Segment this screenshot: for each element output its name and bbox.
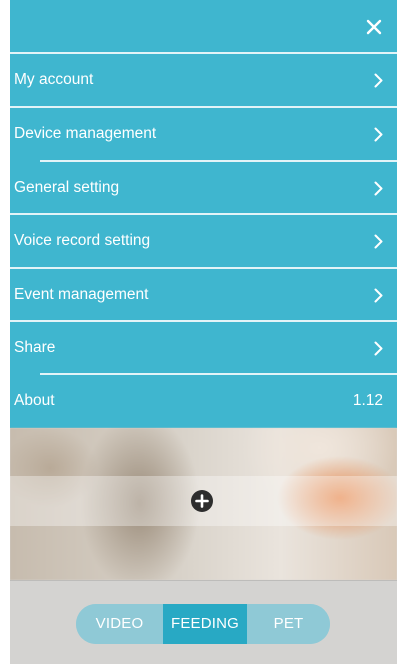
app-version: 1.12 [352,392,383,409]
menu-item-label: Voice record setting [14,232,151,249]
side-menu: My account Device management General set… [10,0,397,428]
chevron-right-icon [374,341,383,356]
chevron-right-icon [374,127,383,142]
menu-item-device-management[interactable]: Device management [10,108,397,161]
close-icon[interactable] [365,18,383,36]
tab-feeding[interactable]: FEEDING [163,604,247,644]
tab-video[interactable]: VIDEO [76,604,163,644]
menu-item-label: Event management [14,286,149,303]
bottom-bar-divider [10,580,397,581]
tab-pet[interactable]: PET [247,604,330,644]
chevron-right-icon [374,181,383,196]
chevron-right-icon [374,73,383,88]
add-circle-icon[interactable] [190,489,214,513]
menu-item-label: Share [14,339,56,356]
menu-item-my-account[interactable]: My account [10,54,397,107]
menu-item-label: My account [14,71,94,88]
chevron-right-icon [374,288,383,303]
chevron-right-icon [374,234,383,249]
menu-item-general-setting[interactable]: General setting [10,162,397,215]
mode-tabs: VIDEO FEEDING PET [76,604,330,644]
menu-item-share[interactable]: Share [10,322,397,375]
menu-item-about[interactable]: About 1.12 [10,375,397,428]
menu-header [10,0,397,54]
menu-item-label: Device management [14,125,157,142]
menu-item-voice-record-setting[interactable]: Voice record setting [10,215,397,268]
menu-item-label: General setting [14,179,120,196]
app-screen: My account Device management General set… [10,0,397,664]
menu-item-event-management[interactable]: Event management [10,269,397,322]
menu-item-label: About [14,392,55,409]
